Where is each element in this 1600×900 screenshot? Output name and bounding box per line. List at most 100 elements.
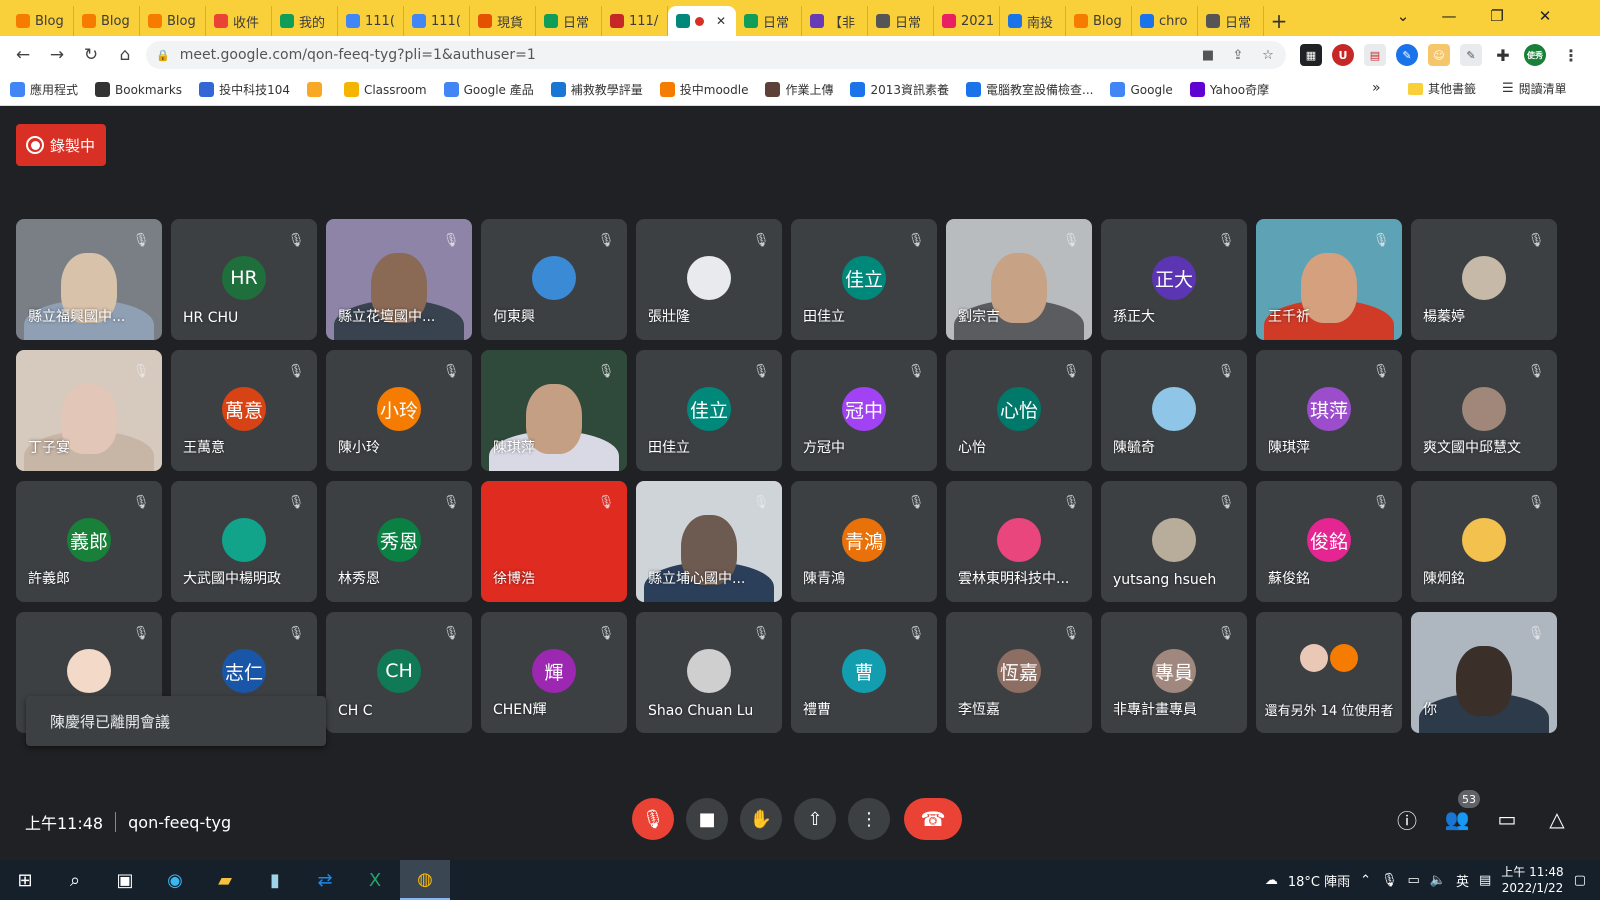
browser-tab[interactable]: Blog [8,6,74,36]
participant-tile[interactable]: 🎙 王千祈 [1256,219,1402,340]
windows-start-icon[interactable]: ⊞ [0,860,50,900]
address-bar[interactable]: 🔒 meet.google.com/qon-feeq-tyg?pli=1&aut… [146,41,1286,69]
ime-indicator[interactable]: 英 [1456,871,1469,890]
bookmark-item[interactable]: 投中moodle [659,81,748,98]
ublock-extension-icon[interactable]: U [1332,44,1354,66]
profile-avatar[interactable]: 使秀 [1524,44,1546,66]
participant-tile[interactable]: 義郎 🎙 許義郎 [16,481,162,602]
participant-tile[interactable]: 🎙 Shao Chuan Lu [636,612,782,733]
camera-button[interactable]: ■ [686,798,728,840]
minimize-button[interactable]: — [1426,0,1472,32]
edge-browser-icon[interactable]: ◉ [150,860,200,900]
browser-tab[interactable]: 日常 [736,6,802,36]
participant-tile[interactable]: 🎙 陳毓奇 [1101,350,1247,471]
browser-tab[interactable]: 111/ [602,6,668,36]
participant-tile[interactable]: 🎙 陳琪萍 [481,350,627,471]
extension-icon[interactable]: ☺ [1428,44,1450,66]
back-arrow-icon[interactable]: ← [6,38,40,72]
taskbar-clock[interactable]: 上午 11:48 2022/1/22 [1501,864,1563,896]
bookmark-item[interactable]: 作業上傳 [765,81,833,98]
present-screen-button[interactable]: ⇧ [794,798,836,840]
participant-tile[interactable]: 曹 🎙 禮曹 [791,612,937,733]
browser-tab[interactable]: chro [1132,6,1198,36]
activities-button[interactable]: △ [1542,804,1572,834]
close-window-button[interactable]: ✕ [1522,0,1568,32]
participant-tile[interactable]: 🎙 何東興 [481,219,627,340]
forward-arrow-icon[interactable]: → [40,38,74,72]
share-icon[interactable]: ⇪ [1226,41,1250,69]
bookmark-item[interactable]: 電腦教室設備檢查... [966,81,1093,98]
reading-list[interactable]: ☰ 閱讀清單 [1502,80,1567,97]
participant-tile[interactable]: 冠中 🎙 方冠中 [791,350,937,471]
maximize-button[interactable]: ❐ [1474,0,1520,32]
participant-tile[interactable]: 🎙 大武國中楊明政 [171,481,317,602]
bookmark-item[interactable]: Classroom [343,82,427,97]
participant-tile[interactable]: 🎙 縣立福興國中... [16,219,162,340]
close-tab-icon[interactable]: ✕ [716,14,726,28]
reload-icon[interactable]: ↻ [74,38,108,72]
browser-tab[interactable]: Blog [140,6,206,36]
participant-tile[interactable]: 🎙 丁子宴 [16,350,162,471]
file-explorer-icon[interactable]: ▰ [200,860,250,900]
search-icon[interactable]: ⌕ [50,860,100,900]
participant-tile[interactable]: 🎙 縣立埔心國中... [636,481,782,602]
participant-tile[interactable]: 🎙 你 [1411,612,1557,733]
participant-tile[interactable]: 佳立 🎙 田佳立 [636,350,782,471]
camera-in-use-icon[interactable]: ■ [1196,41,1220,69]
browser-menu-icon[interactable]: ⋮ [1560,44,1582,66]
volume-icon[interactable]: 🔈 [1430,873,1446,888]
ime-mode-icon[interactable]: ▤ [1479,873,1491,888]
extension-icon[interactable]: ▦ [1300,44,1322,66]
bookmark-item[interactable] [306,82,327,97]
participant-tile[interactable]: 俊銘 🎙 蘇俊銘 [1256,481,1402,602]
browser-tab[interactable]: 日常 [536,6,602,36]
more-options-button[interactable]: ⋮ [848,798,890,840]
notifications-icon[interactable]: ▢ [1574,873,1586,888]
participant-tile[interactable]: 還有另外 14 位使用者 [1256,612,1402,733]
browser-tab[interactable]: 我的 [272,6,338,36]
bookmark-item[interactable]: 應用程式 [10,81,78,98]
extension-icon[interactable]: ✎ [1460,44,1482,66]
bookmark-item[interactable]: Yahoo奇摩 [1189,81,1269,98]
bookmark-item[interactable]: 2013資訊素養 [850,81,949,98]
tray-chevron-icon[interactable]: ⌃ [1360,873,1371,888]
participant-tile[interactable]: 小玲 🎙 陳小玲 [326,350,472,471]
other-bookmarks[interactable]: 其他書籤 [1408,80,1476,97]
bookmark-star-icon[interactable]: ☆ [1256,41,1280,69]
bookmarks-overflow-icon[interactable]: » [1372,80,1381,96]
meeting-details-button[interactable]: ⓘ [1392,804,1422,834]
chrome-taskbar-icon[interactable]: ◍ [400,860,450,900]
participant-tile[interactable]: CH 🎙 CH C [326,612,472,733]
participant-tile[interactable]: 萬意 🎙 王萬意 [171,350,317,471]
leave-call-button[interactable]: ☎ [904,798,962,840]
browser-tab[interactable]: 現貨 [470,6,536,36]
microphone-tray-icon[interactable]: 🎙 [1381,873,1398,888]
bookmark-item[interactable]: 補救教學評量 [550,81,643,98]
extension-icon[interactable]: ✎ [1396,44,1418,66]
participant-tile[interactable]: 輝 🎙 CHEN輝 [481,612,627,733]
participant-tile[interactable]: 🎙 雲林東明科技中... [946,481,1092,602]
participant-tile[interactable]: 🎙 爽文國中邱慧文 [1411,350,1557,471]
task-view-icon[interactable]: ▣ [100,860,150,900]
browser-tab[interactable]: 【非 [802,6,868,36]
tab-search-chevron-icon[interactable]: ⌄ [1380,0,1426,32]
participant-tile[interactable]: 🎙 yutsang hsueh [1101,481,1247,602]
network-icon[interactable]: ▭ [1408,873,1420,888]
participant-tile[interactable]: 琪萍 🎙 陳琪萍 [1256,350,1402,471]
browser-tab[interactable]: ✕ [668,6,736,36]
participant-tile[interactable]: 佳立 🎙 田佳立 [791,219,937,340]
bookmark-item[interactable]: 投中科技104 [199,81,290,98]
participant-tile[interactable]: 🎙 張壯隆 [636,219,782,340]
participant-tile[interactable]: 青鴻 🎙 陳青鴻 [791,481,937,602]
weather-icon[interactable]: ☁ [1265,873,1278,888]
browser-tab[interactable]: 日常 [868,6,934,36]
weather-text[interactable]: 18°C 陣雨 [1288,871,1350,890]
participant-tile[interactable]: 🎙 陳炯銘 [1411,481,1557,602]
bookmark-item[interactable]: Google [1110,82,1173,97]
participant-tile[interactable]: 正大 🎙 孫正大 [1101,219,1247,340]
extension-icon[interactable]: ▤ [1364,44,1386,66]
participant-tile[interactable]: 🎙 劉宗吉 [946,219,1092,340]
participant-tile[interactable]: HR 🎙 HR CHU [171,219,317,340]
participant-tile[interactable]: 恆嘉 🎙 李恆嘉 [946,612,1092,733]
participant-tile[interactable]: 心怡 🎙 心怡 [946,350,1092,471]
